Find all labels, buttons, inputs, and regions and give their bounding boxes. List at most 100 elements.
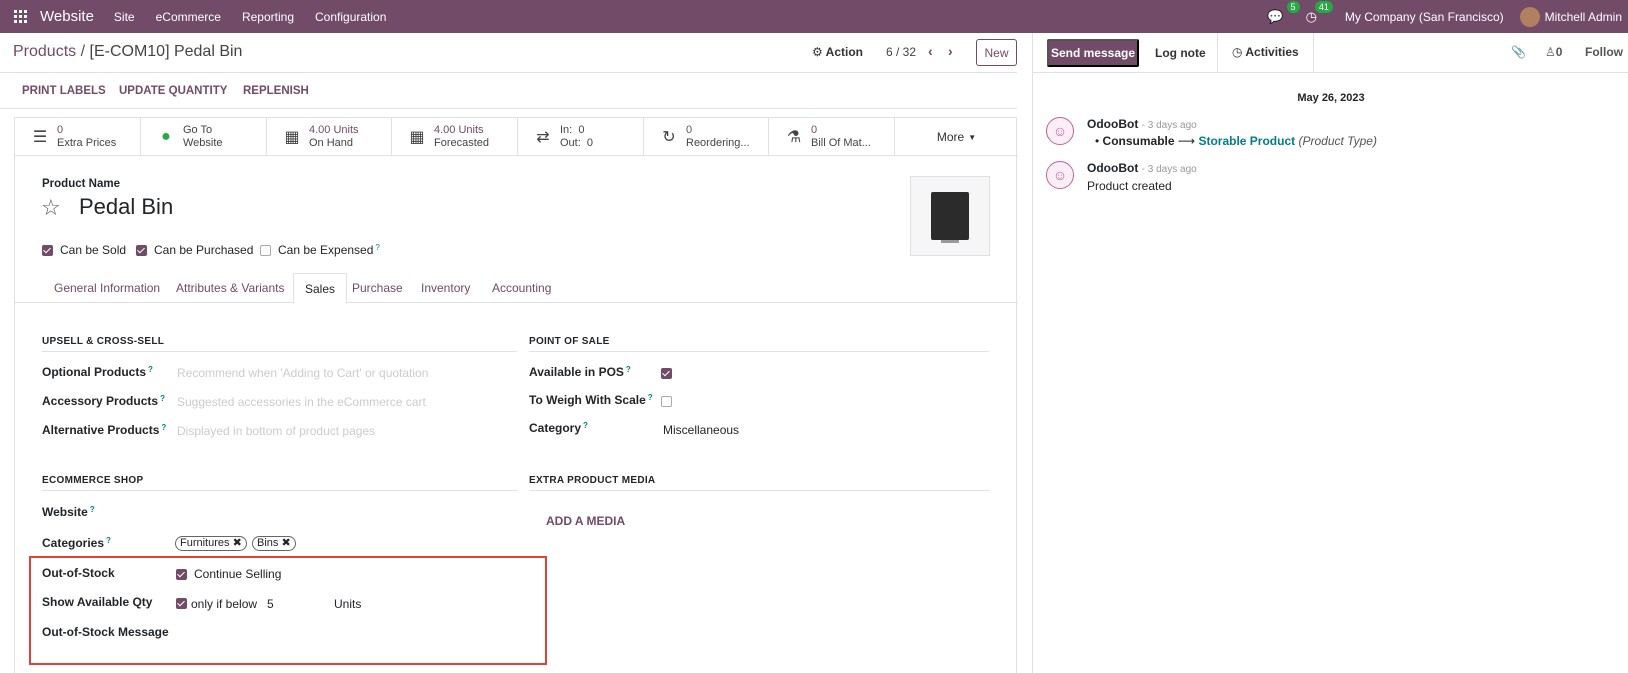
extra-prices-button[interactable]: ☰ 0 Extra Prices <box>15 118 141 156</box>
user-icon: ♙ <box>1545 45 1556 59</box>
bom-label: Bill Of Mat... <box>811 137 871 149</box>
message-author[interactable]: OdooBot - 3 days ago <box>1087 117 1197 131</box>
on-hand-label: On Hand <box>309 137 354 149</box>
update-quantity-button[interactable]: UPDATE QUANTITY <box>119 85 227 97</box>
tab-inventory[interactable]: Inventory <box>421 281 470 295</box>
can-be-expensed-checkbox[interactable] <box>260 245 271 256</box>
remove-tag-icon[interactable]: ✖ <box>233 537 242 549</box>
alternative-products-label: Alternative Products? <box>42 423 167 437</box>
follow-button[interactable]: Follow <box>1585 45 1623 59</box>
pager-next-icon[interactable]: › <box>948 43 953 59</box>
available-in-pos-checkbox[interactable] <box>661 368 672 379</box>
pos-category-field[interactable]: Miscellaneous <box>663 423 739 437</box>
tab-accounting[interactable]: Accounting <box>492 281 551 295</box>
can-be-purchased-checkbox[interactable] <box>136 245 147 256</box>
more-label: More <box>936 129 965 144</box>
cubes-icon: ▦ <box>284 129 300 146</box>
menu-reporting[interactable]: Reporting <box>242 10 294 24</box>
tab-sales[interactable]: Sales <box>293 273 348 304</box>
message-time: - 3 days ago <box>1141 120 1197 131</box>
website-field-label: Website? <box>42 505 95 519</box>
clock-icon: ◷ <box>1305 8 1317 24</box>
remove-tag-icon[interactable]: ✖ <box>281 537 290 549</box>
cubes-icon: ▦ <box>409 129 425 146</box>
product-name-field[interactable]: Pedal Bin <box>79 194 173 220</box>
on-hand-button[interactable]: ▦ 4.00 Units On Hand <box>267 118 392 156</box>
activities-button[interactable]: ◷ Activities <box>1217 33 1314 73</box>
messages-button[interactable]: 💬 5 <box>1267 0 1300 25</box>
log-note-button[interactable]: Log note <box>1155 46 1206 60</box>
favorite-star-icon[interactable]: ☆ <box>41 195 61 221</box>
action-label: Action <box>825 45 863 59</box>
message-time: - 3 days ago <box>1141 164 1197 175</box>
app-name[interactable]: Website <box>40 8 94 25</box>
help-icon[interactable]: ? <box>375 243 379 252</box>
in-out-button[interactable]: ⇄ In: 0 Out: 0 <box>518 118 644 156</box>
go-to-website-button[interactable]: ● Go To Website <box>141 118 267 156</box>
tab-attributes-variants[interactable]: Attributes & Variants <box>176 281 285 295</box>
apps-menu-icon[interactable] <box>14 9 28 24</box>
breadcrumb-current: [E-COM10] Pedal Bin <box>89 43 243 60</box>
list-icon: ☰ <box>32 129 48 146</box>
followers-button[interactable]: ♙0 <box>1545 45 1562 59</box>
refresh-icon: ↻ <box>662 129 676 146</box>
activities-button[interactable]: ◷ 41 <box>1305 0 1333 25</box>
new-button[interactable]: New <box>976 39 1017 66</box>
breadcrumb-products[interactable]: Products <box>13 43 76 60</box>
more-button[interactable]: More ▼ <box>895 118 1018 156</box>
forecasted-button[interactable]: ▦ 4.00 Units Forecasted <box>392 118 518 156</box>
notebook-tabs: General Information Attributes & Variant… <box>15 273 1018 304</box>
followers-count: 0 <box>1555 45 1563 59</box>
forecasted-value: 4.00 Units <box>434 124 484 136</box>
breadcrumb-separator: / <box>80 43 86 60</box>
reordering-button[interactable]: ↻ 0 Reordering... <box>644 118 769 156</box>
optional-products-input[interactable]: Recommend when 'Adding to Cart' or quota… <box>177 366 428 380</box>
to-weigh-checkbox[interactable] <box>661 396 672 407</box>
smart-buttons: ☰ 0 Extra Prices ● Go To Website ▦ 4.00 Un… <box>15 118 1018 156</box>
user-avatar[interactable] <box>1519 6 1540 27</box>
can-be-sold-checkbox[interactable] <box>42 245 53 256</box>
tab-purchase[interactable]: Purchase <box>352 281 403 295</box>
company-switcher[interactable]: My Company (San Francisco) <box>1345 10 1504 24</box>
website-label: Website <box>183 137 223 149</box>
pager-previous-icon[interactable]: ‹ <box>928 43 933 59</box>
product-image[interactable] <box>910 176 990 256</box>
highlight-box <box>29 556 547 665</box>
send-message-button[interactable]: Send message <box>1047 39 1139 67</box>
tab-general-information[interactable]: General Information <box>54 281 160 295</box>
add-media-button[interactable]: ADD A MEDIA <box>546 514 625 528</box>
upsell-section-title: UPSELL & CROSS-SELL <box>42 336 517 352</box>
chatter-topbar: Send message Log note ◷ Activities 📎 ♙0 … <box>1033 33 1628 73</box>
odoobot-avatar[interactable]: ☺ <box>1046 161 1074 189</box>
pager-value[interactable]: 6 / 32 <box>886 45 916 59</box>
menu-site[interactable]: Site <box>114 10 135 24</box>
message-author[interactable]: OdooBot - 3 days ago <box>1087 161 1197 175</box>
activities-label: Activities <box>1245 45 1299 59</box>
out-value: Out: 0 <box>560 137 594 149</box>
activities-badge: 41 <box>1314 0 1333 13</box>
breadcrumb: Products / [E-COM10] Pedal Bin <box>13 43 242 61</box>
accessory-products-input[interactable]: Suggested accessories in the eCommerce c… <box>177 395 426 409</box>
categories-field[interactable]: Furnitures ✖ Bins ✖ <box>175 536 305 552</box>
category-tag: Bins ✖ <box>252 536 296 551</box>
optional-products-label: Optional Products? <box>42 365 153 379</box>
accessory-products-label: Accessory Products? <box>42 394 165 408</box>
top-navbar: Website Site eCommerce Reporting Configu… <box>0 0 1628 33</box>
status-bar: PRINT LABELS UPDATE QUANTITY REPLENISH <box>0 73 1017 109</box>
menu-ecommerce[interactable]: eCommerce <box>156 10 221 24</box>
user-menu[interactable]: Mitchell Admin <box>1545 10 1622 24</box>
can-be-purchased-label: Can be Purchased <box>154 243 254 257</box>
date-separator: May 26, 2023 <box>1297 92 1365 104</box>
print-labels-button[interactable]: PRINT LABELS <box>22 85 106 97</box>
odoobot-avatar[interactable]: ☺ <box>1046 117 1074 145</box>
attachment-icon[interactable]: 📎 <box>1511 45 1526 59</box>
on-hand-value: 4.00 Units <box>309 124 359 136</box>
action-menu-button[interactable]: ⚙ Action <box>812 45 863 59</box>
menu-configuration[interactable]: Configuration <box>315 10 386 24</box>
can-be-expensed-label: Can be Expensed? <box>278 243 380 257</box>
forecasted-label: Forecasted <box>434 137 490 149</box>
bill-of-materials-button[interactable]: ⚗ 0 Bill Of Mat... <box>769 118 895 156</box>
replenish-button[interactable]: REPLENISH <box>243 85 309 97</box>
alternative-products-input[interactable]: Displayed in bottom of product pages <box>177 424 375 438</box>
tracking-new-value: Storable Product <box>1198 134 1296 148</box>
